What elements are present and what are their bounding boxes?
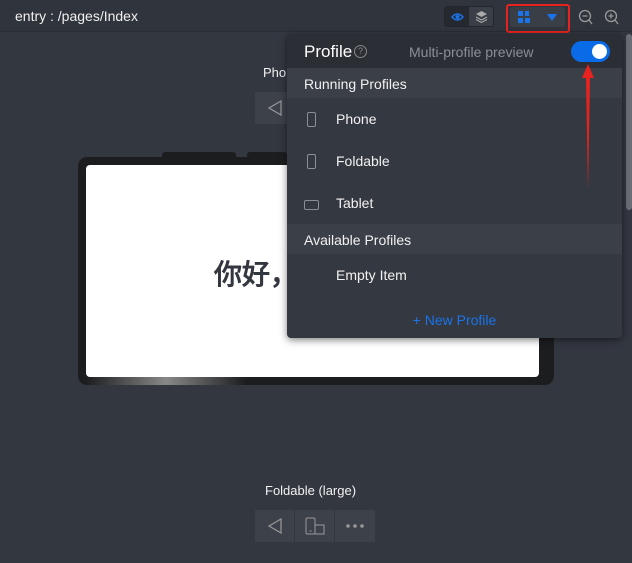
fold-toggle-button[interactable] (295, 510, 335, 542)
tablet-icon (304, 200, 319, 210)
tablet-bezel-glint (86, 377, 246, 385)
popup-header: Profile ? Multi-profile preview (287, 34, 622, 68)
zoom-out-icon[interactable] (578, 9, 593, 25)
scrollbar[interactable] (626, 34, 632, 210)
phone-icon (307, 112, 316, 127)
profile-label: Empty Item (336, 267, 407, 283)
hello-text: 你好， (214, 258, 299, 291)
available-profiles-header: Available Profiles (287, 224, 622, 254)
back-button[interactable] (255, 510, 295, 542)
more-icon[interactable] (335, 510, 375, 542)
toolbar: entry : /pages/Index (0, 0, 632, 33)
annotation-highlight-box (506, 4, 570, 33)
layers-icon[interactable] (469, 7, 493, 26)
running-profiles-header: Running Profiles (287, 68, 622, 98)
view-toggle-group (444, 6, 494, 27)
zoom-in-icon[interactable] (604, 9, 619, 25)
profile-label: Phone (336, 111, 377, 127)
multi-profile-toggle[interactable] (571, 41, 610, 62)
profile-label: Foldable (336, 153, 390, 169)
help-icon[interactable]: ? (354, 45, 367, 58)
foldable-preview-label: Foldable (large) (265, 483, 357, 498)
multi-profile-label: Multi-profile preview (409, 44, 534, 60)
profile-item-foldable[interactable]: Foldable (287, 140, 622, 182)
page-path: entry : /pages/Index (15, 8, 138, 24)
phone-icon (307, 154, 316, 169)
annotation-arrow (582, 64, 594, 190)
profile-popup: Profile ? Multi-profile preview Running … (287, 34, 622, 338)
popup-title: Profile (304, 42, 353, 61)
eye-icon[interactable] (445, 7, 469, 26)
profile-item-tablet[interactable]: Tablet (287, 182, 622, 224)
profile-item-empty[interactable]: Empty Item (287, 254, 622, 296)
new-profile-link[interactable]: + New Profile (287, 296, 622, 328)
foldable-preview-controls (255, 510, 375, 542)
profile-item-phone[interactable]: Phone (287, 98, 622, 140)
profile-label: Tablet (336, 195, 374, 211)
